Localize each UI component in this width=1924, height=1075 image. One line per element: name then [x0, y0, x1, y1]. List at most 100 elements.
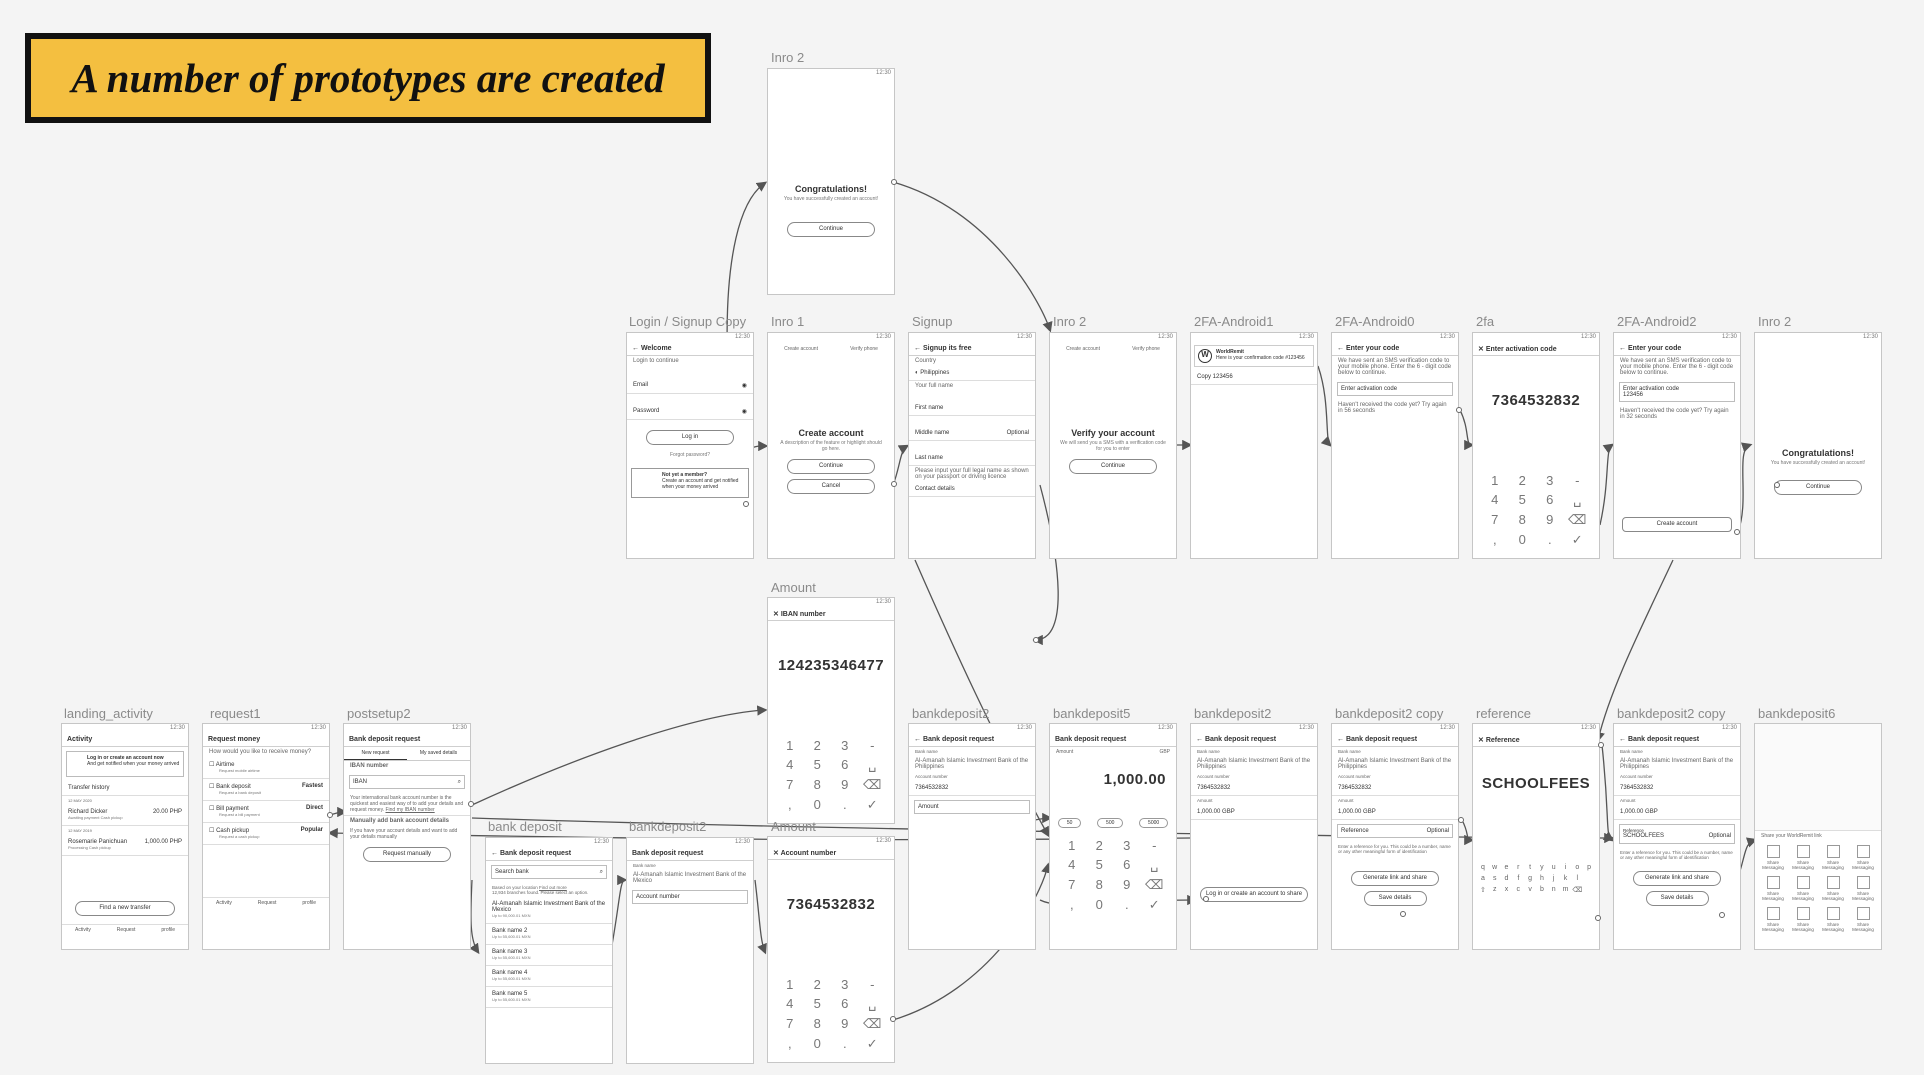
keypad-key[interactable]: ,: [778, 797, 802, 813]
keypad-key[interactable]: .: [1538, 532, 1562, 548]
back-arrow-icon[interactable]: ←: [1619, 736, 1626, 743]
close-icon[interactable]: ✕: [773, 611, 779, 618]
keyboard-key[interactable]: [1583, 886, 1595, 894]
keypad-key[interactable]: 9: [833, 1016, 857, 1032]
keypad-key[interactable]: -: [1143, 838, 1167, 853]
keyboard-key[interactable]: x: [1501, 886, 1513, 894]
keyboard-key[interactable]: u: [1548, 864, 1560, 871]
keypad-key[interactable]: -: [1566, 473, 1590, 488]
back-arrow-icon[interactable]: ←: [914, 345, 921, 352]
reference-input[interactable]: Reference SCHOOLFEES Optional: [1619, 824, 1735, 844]
tab-request[interactable]: Request: [117, 927, 136, 933]
account-number-input[interactable]: Account number: [632, 890, 748, 904]
amount-input[interactable]: Amount: [914, 800, 1030, 814]
keypad-key[interactable]: ✓: [1143, 897, 1167, 913]
keypad-key[interactable]: 4: [778, 996, 802, 1012]
keyboard-key[interactable]: l: [1571, 875, 1583, 882]
keyboard-key[interactable]: m: [1560, 886, 1572, 894]
keypad-key[interactable]: 6: [833, 757, 857, 773]
back-arrow-icon[interactable]: ←: [914, 736, 921, 743]
back-arrow-icon[interactable]: ←: [491, 850, 498, 857]
keyboard-key[interactable]: [1583, 875, 1595, 882]
list-item[interactable]: Rosemarie Panichuan 1,000.00 PHP Processin…: [62, 835, 188, 856]
keypad-key[interactable]: ⌫: [1143, 877, 1167, 893]
keypad-key[interactable]: 8: [1511, 512, 1535, 528]
keyboard-key[interactable]: ⌫: [1571, 886, 1583, 894]
keyboard-key[interactable]: b: [1536, 886, 1548, 894]
keypad-key[interactable]: 8: [806, 1016, 830, 1032]
numeric-keypad[interactable]: 1 2 3- 4 5 6 ␣ 7 8 9 ⌫, 0. ✓: [1473, 469, 1599, 552]
keyboard-key[interactable]: y: [1536, 864, 1548, 871]
keyboard-key[interactable]: z: [1489, 886, 1501, 894]
keyboard-key[interactable]: o: [1571, 864, 1583, 871]
keypad-key[interactable]: 1: [1483, 473, 1507, 488]
share-option[interactable]: Share Messaging: [1819, 876, 1847, 901]
keypad-key[interactable]: ,: [1060, 897, 1084, 913]
eye-icon[interactable]: ◉: [742, 382, 747, 389]
cancel-button[interactable]: Cancel: [786, 479, 876, 494]
keypad-key[interactable]: ✓: [861, 797, 885, 813]
create-account-button[interactable]: Create account: [1621, 517, 1733, 532]
keypad-key[interactable]: 0: [806, 797, 830, 813]
keyboard-key[interactable]: c: [1512, 886, 1524, 894]
keypad-key[interactable]: .: [833, 797, 857, 813]
keyboard-key[interactable]: i: [1560, 864, 1572, 871]
login-to-share-button[interactable]: Log in or create an account to share: [1200, 887, 1308, 902]
keypad-key[interactable]: 3: [1538, 473, 1562, 488]
save-details-button[interactable]: Save details: [1363, 891, 1427, 906]
share-option[interactable]: Share Messaging: [1789, 876, 1817, 901]
close-icon[interactable]: ✕: [1478, 346, 1484, 353]
share-option[interactable]: Share Messaging: [1759, 845, 1787, 870]
tab-profile[interactable]: profile: [161, 927, 175, 933]
keypad-key[interactable]: 6: [833, 996, 857, 1012]
list-item[interactable]: Bank name 4 Up to 55,600.01 MXN: [486, 966, 612, 987]
keypad-key[interactable]: 2: [1511, 473, 1535, 488]
numeric-keypad[interactable]: 1 2 3- 4 5 6 ␣ 7 8 9 ⌫, 0. ✓: [1050, 834, 1176, 917]
qwerty-keyboard[interactable]: q w e r t y u i o p a s d f g h j k l ⇧ z x c v b n m ⌫: [1473, 862, 1599, 896]
tab-profile[interactable]: profile: [302, 900, 316, 906]
keyboard-key[interactable]: ⇧: [1477, 886, 1489, 894]
keypad-key[interactable]: 0: [806, 1036, 830, 1052]
keypad-key[interactable]: 0: [1511, 532, 1535, 548]
keyboard-key[interactable]: h: [1536, 875, 1548, 882]
back-arrow-icon[interactable]: ←: [632, 345, 639, 352]
keypad-key[interactable]: 3: [833, 738, 857, 753]
keypad-key[interactable]: ␣: [1566, 492, 1590, 508]
keypad-key[interactable]: 2: [806, 738, 830, 753]
close-icon[interactable]: ✕: [773, 850, 779, 857]
keypad-key[interactable]: 9: [1538, 512, 1562, 528]
sms-notification[interactable]: W WorldRemit Here is your confirmation co…: [1194, 345, 1314, 367]
share-option[interactable]: Share Messaging: [1849, 876, 1877, 901]
continue-button[interactable]: Continue: [1068, 459, 1158, 474]
keypad-key[interactable]: 6: [1538, 492, 1562, 508]
last-name-field[interactable]: Last name: [909, 451, 1035, 466]
numeric-keypad[interactable]: 1 2 3- 4 5 6 ␣ 7 8 9 ⌫, 0. ✓: [768, 734, 894, 817]
share-option[interactable]: Share Messaging: [1759, 907, 1787, 932]
keypad-key[interactable]: 2: [806, 977, 830, 992]
generate-link-button[interactable]: Generate link and share: [1350, 871, 1440, 886]
keypad-key[interactable]: ⌫: [1566, 512, 1590, 528]
keypad-key[interactable]: ✓: [861, 1036, 885, 1052]
keypad-key[interactable]: 9: [1115, 877, 1139, 893]
share-option[interactable]: Share Messaging: [1819, 907, 1847, 932]
keyboard-key[interactable]: g: [1524, 875, 1536, 882]
keypad-key[interactable]: 5: [1511, 492, 1535, 508]
back-arrow-icon[interactable]: ←: [1337, 736, 1344, 743]
keypad-key[interactable]: 1: [778, 977, 802, 992]
keypad-key[interactable]: 5: [806, 757, 830, 773]
list-item[interactable]: Bank name 2 Up to 55,600.01 MXN: [486, 924, 612, 945]
back-arrow-icon[interactable]: ←: [1619, 345, 1626, 352]
keypad-key[interactable]: ⌫: [861, 777, 885, 793]
search-bank-input[interactable]: Search bank ⌕: [491, 865, 607, 879]
tab-new-request[interactable]: New request: [344, 747, 407, 760]
keyboard-key[interactable]: q: [1477, 864, 1489, 871]
tab-activity[interactable]: Activity: [75, 927, 91, 933]
reference-input[interactable]: Reference Optional: [1337, 824, 1453, 838]
keypad-key[interactable]: 4: [1483, 492, 1507, 508]
email-field[interactable]: Email ◉: [627, 378, 753, 394]
keyboard-key[interactable]: t: [1524, 864, 1536, 871]
country-select[interactable]: ◐ Philippines: [909, 366, 1035, 381]
keypad-key[interactable]: ⌫: [861, 1016, 885, 1032]
save-details-button[interactable]: Save details: [1645, 891, 1709, 906]
keypad-key[interactable]: 8: [806, 777, 830, 793]
